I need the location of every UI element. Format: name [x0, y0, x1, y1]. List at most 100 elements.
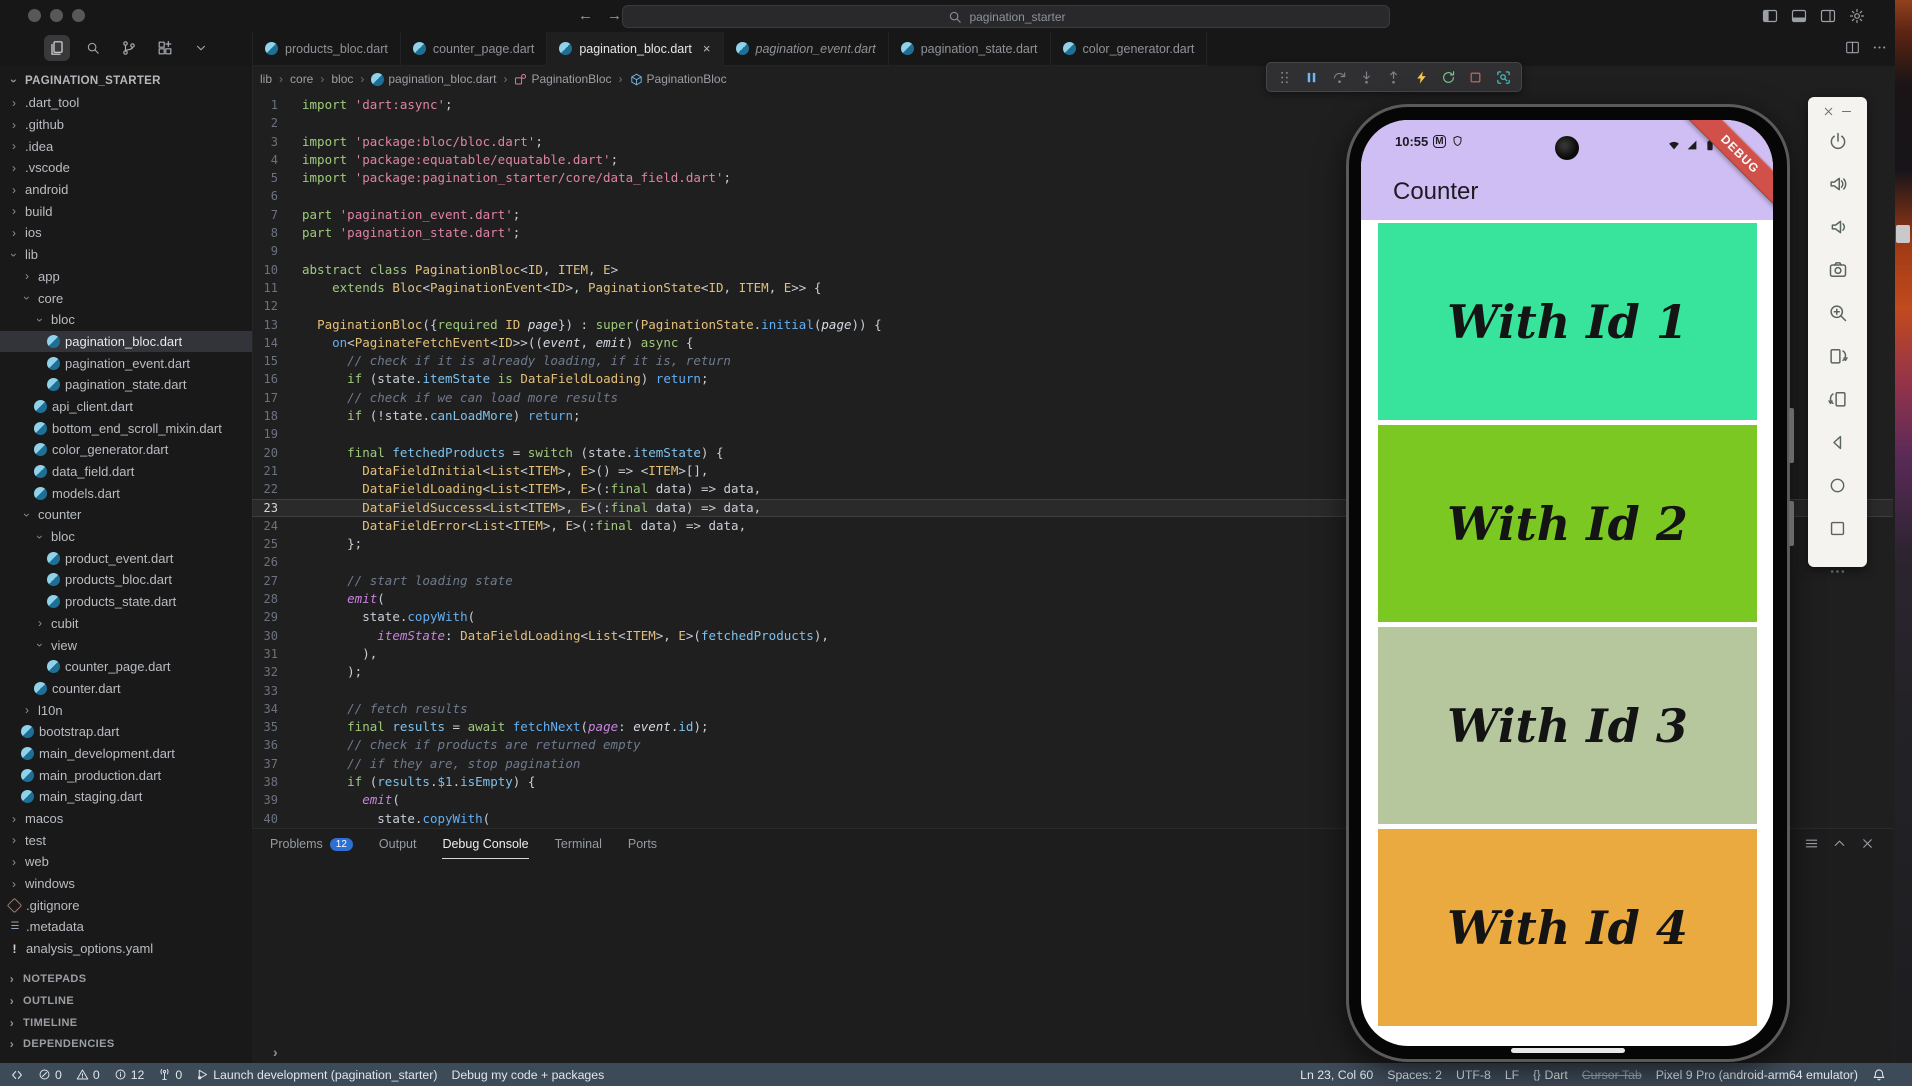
- tab-color_generator.dart[interactable]: color_generator.dart: [1051, 32, 1208, 66]
- tree-item-bottom_end_scroll_mixin.dart[interactable]: bottom_end_scroll_mixin.dart: [0, 417, 252, 439]
- step-over-icon[interactable]: [1332, 70, 1347, 85]
- stop-icon[interactable]: [1468, 70, 1483, 85]
- layout-sidebar-left-icon[interactable]: [1761, 7, 1778, 24]
- activity-files-icon[interactable]: [44, 35, 70, 61]
- close-panel-icon[interactable]: [1860, 836, 1875, 851]
- breadcrumb-item[interactable]: bloc: [331, 72, 353, 86]
- close-tab-icon[interactable]: ×: [703, 41, 711, 56]
- back-icon[interactable]: [1827, 431, 1849, 453]
- home-icon[interactable]: [1827, 474, 1849, 496]
- project-root-item[interactable]: › PAGINATION_STARTER: [0, 70, 252, 92]
- panel-tab-Output[interactable]: Output: [379, 830, 417, 859]
- tree-item-ios[interactable]: ›ios: [0, 222, 252, 244]
- tree-item-.gitignore[interactable]: .gitignore: [0, 894, 252, 916]
- list-item-1[interactable]: With Id 1: [1378, 223, 1757, 420]
- rotate-right-icon[interactable]: [1827, 388, 1849, 410]
- tree-item-products_bloc.dart[interactable]: products_bloc.dart: [0, 569, 252, 591]
- tree-item-l10n[interactable]: ›l10n: [0, 699, 252, 721]
- sidebar-section-NOTEPADS[interactable]: ›NOTEPADS: [0, 969, 252, 991]
- tree-item-android[interactable]: ›android: [0, 179, 252, 201]
- tree-item-pagination_event.dart[interactable]: pagination_event.dart: [0, 352, 252, 374]
- status-item-bell-icon[interactable]: [1872, 1068, 1886, 1082]
- sidebar-section-TIMELINE[interactable]: ›TIMELINE: [0, 1012, 252, 1034]
- status-item-12[interactable]: 12: [114, 1068, 145, 1082]
- more-actions-icon[interactable]: [1872, 40, 1887, 55]
- tab-counter_page.dart[interactable]: counter_page.dart: [401, 32, 547, 66]
- status-item-Pixel 9 Pro (android-arm64 emulator)[interactable]: Pixel 9 Pro (android-arm64 emulator): [1656, 1068, 1858, 1082]
- breadcrumb-item[interactable]: lib: [260, 72, 272, 86]
- tree-item-lib[interactable]: ›lib: [0, 244, 252, 266]
- close-button[interactable]: [28, 9, 41, 22]
- tree-item-models.dart[interactable]: models.dart: [0, 482, 252, 504]
- tree-item-.idea[interactable]: ›.idea: [0, 135, 252, 157]
- output-menu-icon[interactable]: [1804, 836, 1819, 851]
- tab-pagination_event.dart[interactable]: pagination_event.dart: [724, 32, 889, 66]
- command-center-search[interactable]: pagination_starter: [622, 5, 1390, 28]
- status-item-Ln 23, Col 60[interactable]: Ln 23, Col 60: [1300, 1068, 1373, 1082]
- status-item-Dart[interactable]: {}Dart: [1533, 1068, 1568, 1082]
- step-into-icon[interactable]: [1359, 70, 1374, 85]
- list-item-4[interactable]: With Id 4: [1378, 829, 1757, 1026]
- tree-item-bootstrap.dart[interactable]: bootstrap.dart: [0, 721, 252, 743]
- activity-extensions-icon[interactable]: [152, 35, 178, 61]
- status-item-LF[interactable]: LF: [1505, 1068, 1519, 1082]
- activity-source-control-icon[interactable]: [116, 35, 142, 61]
- layout-panel-icon[interactable]: [1790, 7, 1807, 24]
- volume-down-icon[interactable]: [1827, 216, 1849, 238]
- close-emulator-icon[interactable]: [1822, 105, 1835, 118]
- tree-item-.metadata[interactable]: ☰.metadata: [0, 916, 252, 938]
- tree-item-counter_page.dart[interactable]: counter_page.dart: [0, 656, 252, 678]
- tree-item-api_client.dart[interactable]: api_client.dart: [0, 396, 252, 418]
- volume-rocker[interactable]: [1789, 408, 1794, 463]
- tree-item-color_generator.dart[interactable]: color_generator.dart: [0, 439, 252, 461]
- debug-console-prompt[interactable]: ›: [273, 1044, 278, 1060]
- tab-pagination_bloc.dart[interactable]: pagination_bloc.dart×: [547, 32, 723, 66]
- status-item-0[interactable]: 0: [76, 1068, 100, 1082]
- list-item-3[interactable]: With Id 3: [1378, 627, 1757, 824]
- status-item-Debug my code + packages[interactable]: Debug my code + packages: [451, 1068, 604, 1082]
- tree-item-bloc[interactable]: ›bloc: [0, 309, 252, 331]
- status-item-UTF-8[interactable]: UTF-8: [1456, 1068, 1491, 1082]
- tree-item-main_production.dart[interactable]: main_production.dart: [0, 764, 252, 786]
- tab-pagination_state.dart[interactable]: pagination_state.dart: [889, 32, 1051, 66]
- tree-item-pagination_bloc.dart[interactable]: pagination_bloc.dart: [0, 331, 252, 353]
- nav-back-icon[interactable]: ←: [578, 7, 593, 24]
- tree-item-test[interactable]: ›test: [0, 829, 252, 851]
- tree-item-analysis_options.yaml[interactable]: !analysis_options.yaml: [0, 938, 252, 960]
- status-item-remote-icon[interactable]: [10, 1068, 24, 1082]
- sidebar-section-OUTLINE[interactable]: ›OUTLINE: [0, 990, 252, 1012]
- tree-item-cubit[interactable]: ›cubit: [0, 613, 252, 635]
- tree-item-view[interactable]: ›view: [0, 634, 252, 656]
- status-item-Launch development (pagination_starter)[interactable]: Launch development (pagination_starter): [196, 1068, 437, 1082]
- tree-item-web[interactable]: ›web: [0, 851, 252, 873]
- panel-tab-Debug Console[interactable]: Debug Console: [442, 829, 528, 859]
- tree-item-product_event.dart[interactable]: product_event.dart: [0, 547, 252, 569]
- minimize-emulator-icon[interactable]: [1840, 105, 1853, 118]
- zoom-button[interactable]: [72, 9, 85, 22]
- tree-item-main_development.dart[interactable]: main_development.dart: [0, 743, 252, 765]
- volume-up-icon[interactable]: [1827, 173, 1849, 195]
- tree-item-.dart_tool[interactable]: ›.dart_tool: [0, 92, 252, 114]
- breadcrumb-item[interactable]: PaginationBloc: [630, 72, 727, 86]
- nav-forward-icon[interactable]: →: [607, 7, 622, 24]
- minimize-button[interactable]: [50, 9, 63, 22]
- overview-icon[interactable]: [1827, 517, 1849, 539]
- breadcrumb-item[interactable]: PaginationBloc: [514, 72, 611, 86]
- activity-search-icon[interactable]: [80, 35, 106, 61]
- list-item-2[interactable]: With Id 2: [1378, 425, 1757, 622]
- status-item-0[interactable]: 0: [158, 1068, 182, 1082]
- restart-icon[interactable]: [1441, 70, 1456, 85]
- screenshot-camera-icon[interactable]: [1827, 259, 1849, 281]
- tree-item-pagination_state.dart[interactable]: pagination_state.dart: [0, 374, 252, 396]
- tree-item-counter.dart[interactable]: counter.dart: [0, 678, 252, 700]
- tree-item-.github[interactable]: ›.github: [0, 114, 252, 136]
- status-item-Cursor Tab[interactable]: Cursor Tab: [1582, 1068, 1642, 1082]
- more-icon[interactable]: [1827, 560, 1849, 582]
- tree-item-products_state.dart[interactable]: products_state.dart: [0, 591, 252, 613]
- tree-item-macos[interactable]: ›macos: [0, 808, 252, 830]
- breadcrumb-item[interactable]: pagination_bloc.dart: [371, 72, 496, 86]
- sidebar-section-DEPENDENCIES[interactable]: ›DEPENDENCIES: [0, 1034, 252, 1056]
- maximize-panel-icon[interactable]: [1832, 836, 1847, 851]
- tab-products_bloc.dart[interactable]: products_bloc.dart: [253, 32, 401, 66]
- settings-gear-icon[interactable]: [1848, 7, 1865, 24]
